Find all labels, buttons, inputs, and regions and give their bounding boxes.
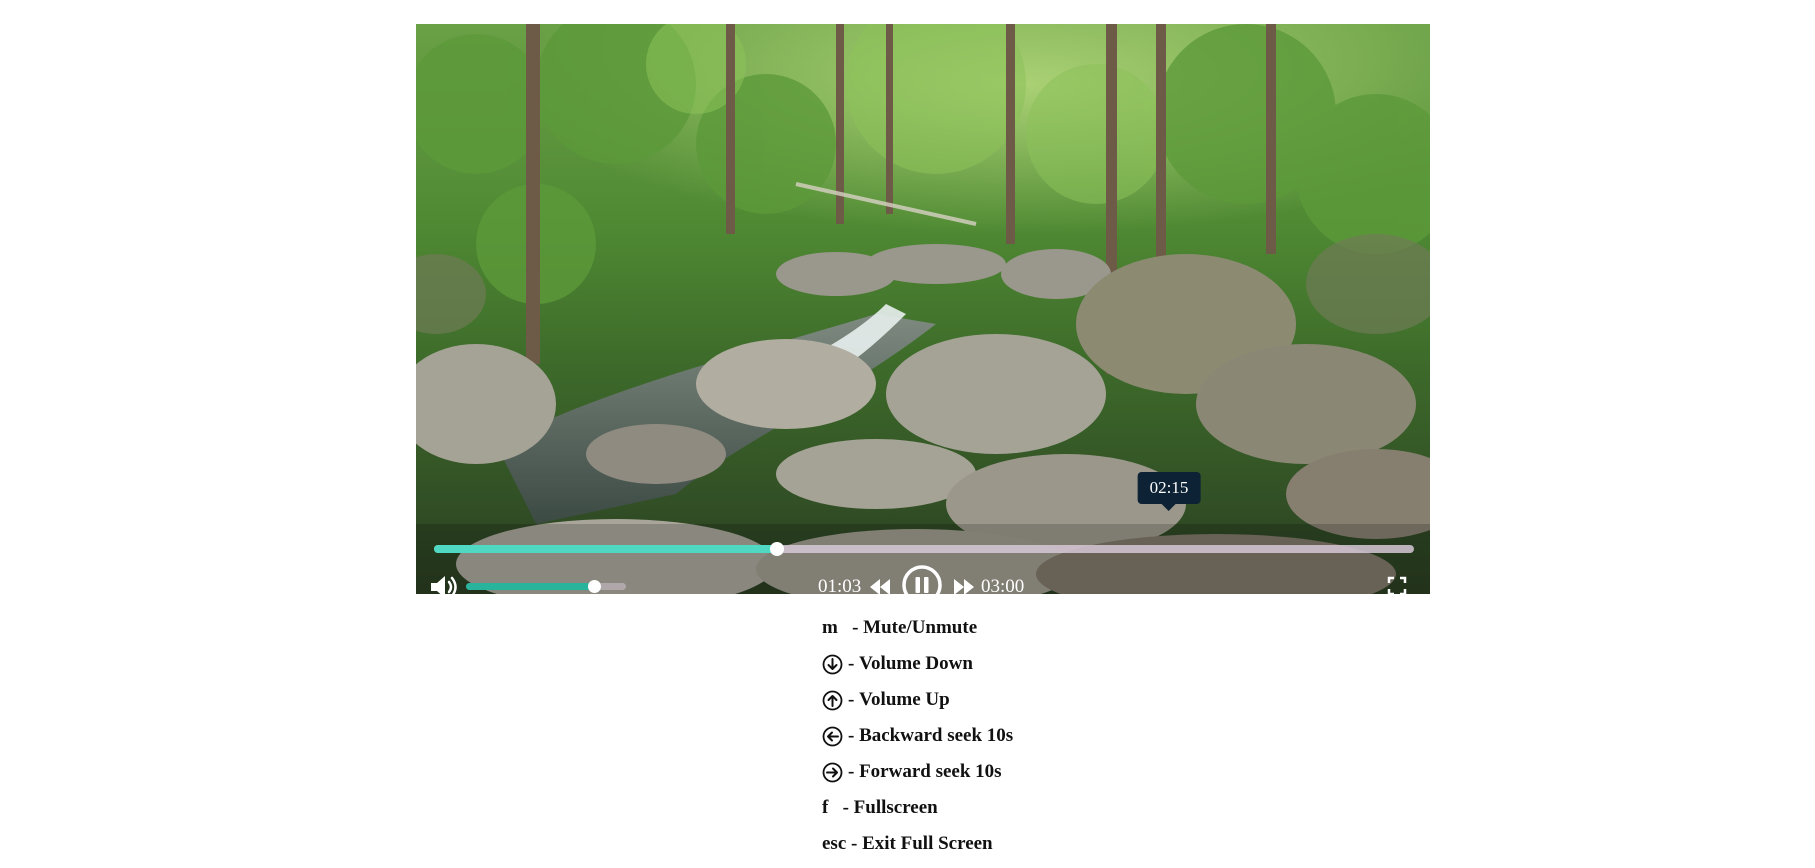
shortcut-separator: - [837,617,864,638]
progress-bar[interactable] [434,542,1414,556]
shortcut-item: esc - Exit Full Screen [822,826,1013,862]
rewind-button[interactable] [868,577,892,594]
arrow-down-icon [822,654,843,674]
shortcut-item: f - Fullscreen [822,790,1013,826]
shortcut-item: - Volume Up [822,682,1013,718]
shortcut-key: m [822,617,838,638]
shortcut-key: esc [822,833,847,854]
fullscreen-button[interactable] [1386,575,1408,594]
shortcut-separator: - [848,689,860,710]
fullscreen-icon [1387,576,1407,594]
shortcut-label: Exit Full Screen [862,833,993,854]
page: 02:15 01:03 03:00 m - Mute/Unmute - Volu… [0,0,1815,868]
shortcut-separator: - [828,797,854,818]
video-frame[interactable] [416,24,1430,594]
volume-icon [431,576,457,594]
shortcut-separator: - [848,725,860,746]
total-time: 03:00 [981,576,1025,594]
pause-icon [902,565,942,594]
shortcut-label: Volume Down [859,653,973,674]
fast-forward-icon [954,579,974,594]
rewind-icon [870,579,890,594]
arrow-right-icon [822,762,843,782]
current-time: 01:03 [818,576,862,594]
seek-time-tooltip: 02:15 [1137,472,1201,511]
shortcut-item: m - Mute/Unmute [822,610,1013,646]
volume-slider[interactable] [466,580,626,593]
progress-fill [434,545,777,553]
arrow-left-icon [822,726,843,746]
pause-button[interactable] [901,564,943,594]
shortcut-separator: - [848,653,860,674]
volume-button[interactable] [428,573,460,594]
shortcut-item: - Volume Down [822,646,1013,682]
shortcut-item: - Backward seek 10s [822,718,1013,754]
shortcut-label: Backward seek 10s [859,725,1014,746]
progress-thumb[interactable] [770,542,784,556]
shortcut-separator: - [846,833,863,854]
shortcut-item: - Forward seek 10s [822,754,1013,790]
keyboard-shortcuts-list: m - Mute/Unmute - Volume Down - Volume U… [822,610,1013,862]
shortcut-label: Volume Up [859,689,950,710]
arrow-up-icon [822,690,843,710]
shortcut-label: Mute/Unmute [863,617,978,638]
shortcut-label: Fullscreen [853,797,938,818]
shortcut-label: Forward seek 10s [859,761,1002,782]
volume-fill [466,583,594,590]
fast-forward-button[interactable] [952,577,976,594]
video-player[interactable]: 02:15 01:03 03:00 [416,24,1430,594]
shortcut-separator: - [848,761,860,782]
volume-thumb[interactable] [588,580,601,593]
